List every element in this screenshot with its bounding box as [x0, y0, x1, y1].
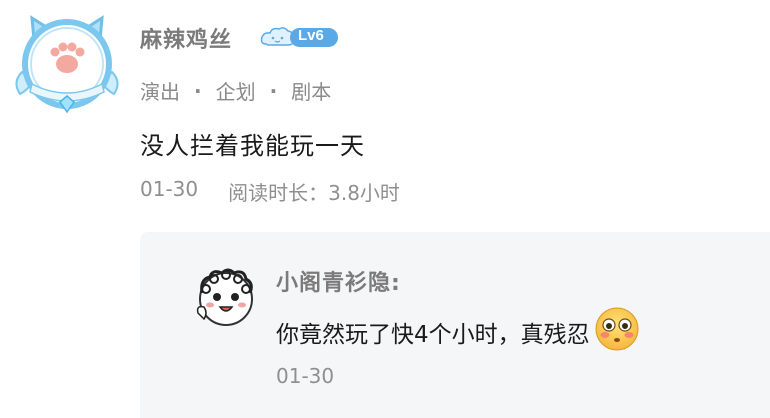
user-tags: 演出 · 企划 · 剧本	[140, 76, 331, 105]
tag-item: 企划	[215, 80, 256, 104]
reply-text: 你竟然玩了快4个小时，真残忍	[276, 322, 590, 348]
reply-username-text[interactable]: 小阁青衫隐	[276, 271, 391, 296]
tag-separator: ·	[269, 78, 278, 103]
cartoon-face-icon	[196, 268, 253, 326]
reply-username[interactable]: 小阁青衫隐:	[276, 265, 401, 297]
reply-content: 你竟然玩了快4个小时，真残忍	[276, 307, 640, 352]
comment-date: 01-30	[140, 177, 199, 201]
level-label: Lv6	[298, 27, 324, 44]
tag-item: 演出	[140, 80, 180, 104]
reply-username-colon: :	[391, 271, 401, 296]
tag-separator: ·	[194, 78, 202, 103]
username[interactable]: 麻辣鸡丝	[140, 22, 232, 54]
read-time: 阅读时长：3.8小时	[228, 181, 400, 205]
user-avatar[interactable]	[12, 12, 122, 116]
reply-avatar[interactable]	[194, 265, 258, 329]
comment-meta: 01-30 阅读时长：3.8小时	[140, 177, 400, 206]
tag-item: 剧本	[291, 80, 332, 104]
reply-date: 01-30	[276, 364, 335, 388]
comment-content: 没人拦着我能玩一天	[140, 132, 365, 160]
comment-card: 麻辣鸡丝 Lv6 演出 · 企划 · 剧本 没人拦着我能玩一天 01-30 阅读…	[0, 0, 770, 418]
avatar-frame-icon	[15, 15, 119, 114]
flushed-face-icon	[594, 306, 640, 352]
